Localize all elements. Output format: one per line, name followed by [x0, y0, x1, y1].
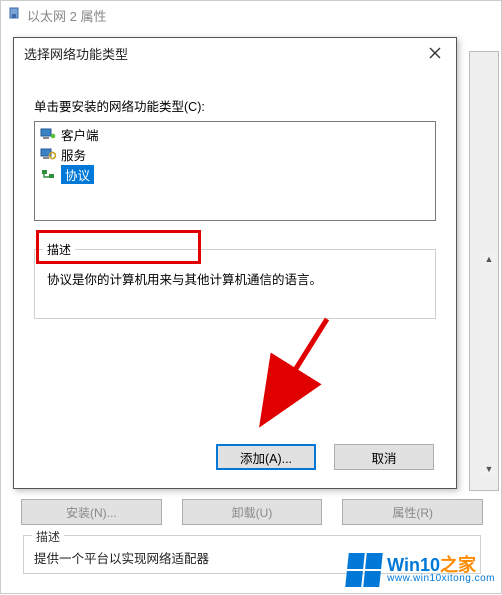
outer-description-legend: 描述	[32, 528, 64, 545]
outer-window-title: 以太网 2 属性	[27, 6, 106, 25]
close-icon	[429, 47, 441, 59]
outer-titlebar: 以太网 2 属性	[1, 1, 502, 29]
select-network-feature-dialog: 选择网络功能类型 单击要安装的网络功能类型(C): 客户端 服务	[13, 37, 457, 489]
list-item[interactable]: 协议	[37, 164, 433, 184]
uninstall-button[interactable]: 卸载(U)	[182, 499, 323, 525]
windows-logo-icon	[345, 553, 383, 587]
scrollbar[interactable]: ▲ ▼	[481, 251, 497, 477]
description-group: 描述 协议是你的计算机用来与其他计算机通信的语言。	[34, 249, 436, 319]
dialog-title: 选择网络功能类型	[24, 44, 128, 63]
close-button[interactable]	[422, 42, 448, 64]
list-item-label: 客户端	[61, 125, 99, 144]
list-item-label: 服务	[61, 145, 86, 164]
scroll-down-icon[interactable]: ▼	[481, 461, 497, 477]
client-icon	[39, 126, 57, 142]
dialog-button-row: 添加(A)... 取消	[216, 444, 434, 470]
dialog-titlebar: 选择网络功能类型	[14, 38, 456, 68]
protocol-icon	[39, 166, 57, 182]
scroll-up-icon[interactable]: ▲	[481, 251, 497, 267]
ethernet-icon	[7, 7, 21, 24]
watermark-brand: Win10之家	[387, 556, 495, 574]
watermark-url: www.win10xitong.com	[387, 574, 495, 584]
list-item[interactable]: 服务	[37, 144, 433, 164]
list-item[interactable]: 客户端	[37, 124, 433, 144]
cancel-button[interactable]: 取消	[334, 444, 434, 470]
list-item-label: 协议	[61, 165, 94, 184]
dialog-prompt: 单击要安装的网络功能类型(C):	[34, 96, 436, 115]
add-button[interactable]: 添加(A)...	[216, 444, 316, 470]
install-button[interactable]: 安装(N)...	[21, 499, 162, 525]
description-legend: 描述	[43, 241, 75, 258]
watermark: Win10之家 www.win10xitong.com	[347, 553, 495, 587]
outer-button-row: 安装(N)... 卸载(U) 属性(R)	[21, 499, 483, 525]
service-icon	[39, 146, 57, 162]
feature-type-listbox[interactable]: 客户端 服务 协议	[34, 121, 436, 221]
description-text: 协议是你的计算机用来与其他计算机通信的语言。	[47, 272, 423, 290]
properties-button[interactable]: 属性(R)	[342, 499, 483, 525]
